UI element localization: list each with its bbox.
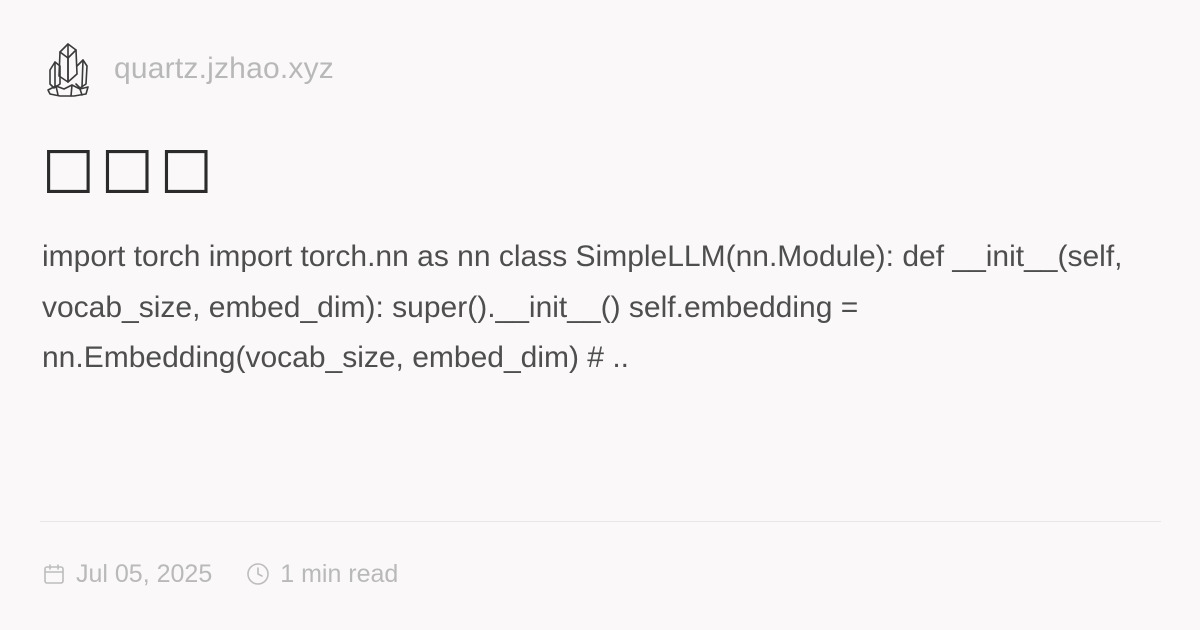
divider [40, 521, 1161, 522]
crystal-logo-icon [47, 43, 89, 97]
read-time: 1 min read [280, 559, 399, 588]
calendar-icon [42, 562, 66, 586]
site-name[interactable]: quartz.jzhao.xyz [114, 52, 334, 86]
site-header: quartz.jzhao.xyz [46, 40, 334, 98]
publish-date: Jul 05, 2025 [76, 559, 213, 588]
article-excerpt: import torch import torch.nn as nn class… [42, 240, 1123, 374]
page-title: □□□ [42, 135, 219, 200]
clock-icon [246, 562, 270, 586]
article-meta: Jul 05, 2025 1 min read [42, 556, 398, 592]
